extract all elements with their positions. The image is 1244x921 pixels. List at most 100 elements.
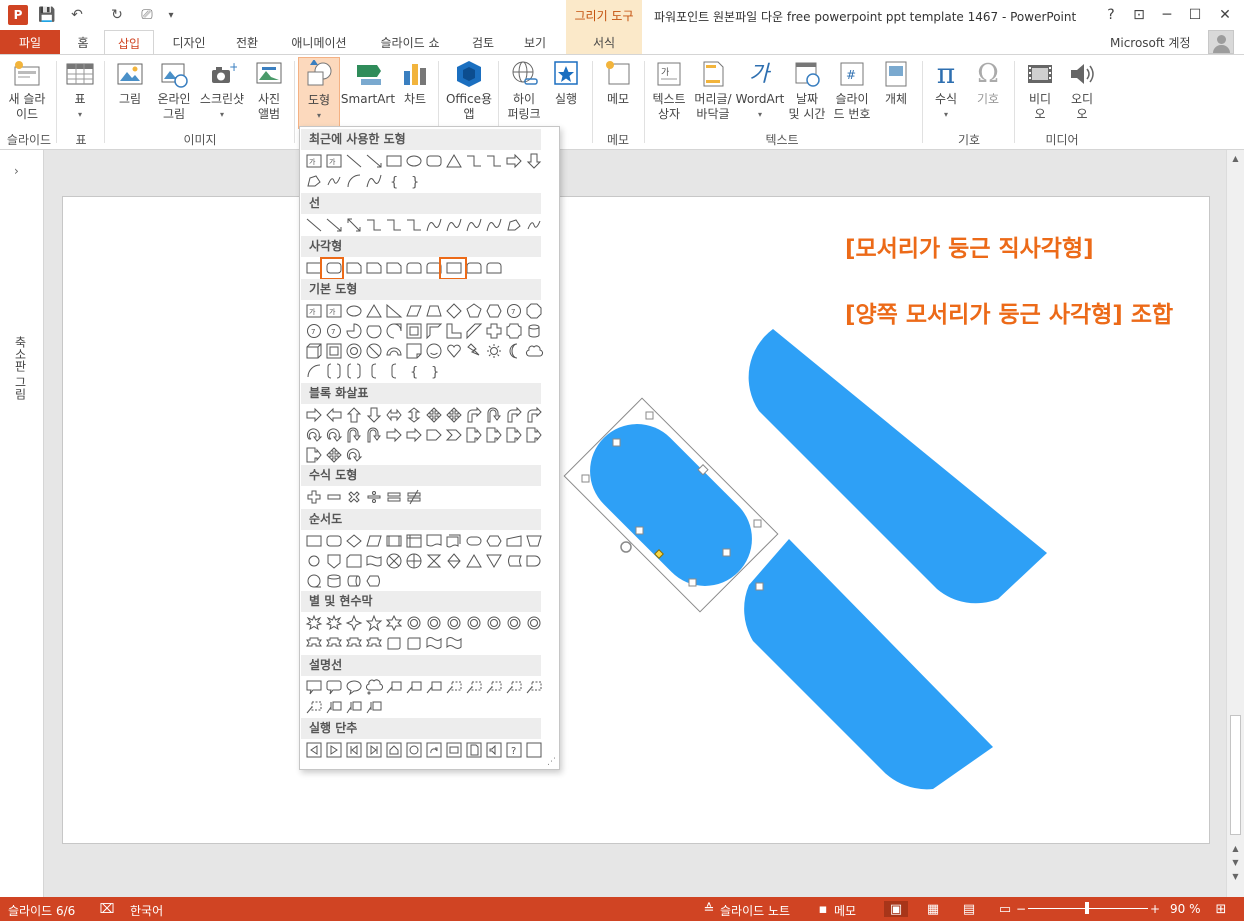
shape-brace2-icon[interactable]: } (424, 361, 444, 381)
language-indicator[interactable]: 한국어 (130, 902, 163, 919)
shape-brace-icon[interactable]: { (384, 171, 404, 191)
shape-arrowline-icon[interactable] (364, 151, 384, 171)
symbol-button[interactable]: Ω 기호 (968, 59, 1008, 107)
shape-scroll-icon[interactable] (384, 633, 404, 653)
shape-borderline-icon[interactable] (324, 697, 344, 717)
shape-freeform-icon[interactable] (504, 215, 524, 235)
shape-aud-icon[interactable] (404, 405, 424, 425)
shape-chevron-icon[interactable] (444, 425, 464, 445)
shape-star6-icon[interactable] (384, 613, 404, 633)
shape-aright-icon[interactable] (304, 405, 324, 425)
shape-donut-icon[interactable] (344, 341, 364, 361)
shape-burst-icon[interactable] (304, 613, 324, 633)
shape-wave-icon[interactable] (424, 633, 444, 653)
shape-line-icon[interactable] (344, 151, 364, 171)
shape-manual-icon[interactable] (504, 531, 524, 551)
shape-bent-icon[interactable] (464, 405, 484, 425)
shape-bracket-icon[interactable] (384, 361, 404, 381)
shape-arc-icon[interactable] (344, 171, 364, 191)
shape-circular-icon[interactable] (324, 425, 344, 445)
zoom-level[interactable]: 90 % (1170, 902, 1201, 916)
shape-aright-icon[interactable] (404, 425, 424, 445)
shape-textbox-icon[interactable]: 가 (304, 301, 324, 321)
shape-elbow-icon[interactable] (404, 215, 424, 235)
shape-scribble-icon[interactable] (524, 215, 544, 235)
minimize-button[interactable]: ─ (1154, 4, 1180, 26)
slide-canvas[interactable]: [모서리가 둥근 직사각형] [양쪽 모서리가 둥근 사각형] 조합 (62, 196, 1210, 844)
slide-counter[interactable]: 슬라이드 6/6 (8, 902, 75, 919)
shape-cube-icon[interactable] (304, 341, 324, 361)
shape-eq-icon[interactable] (384, 487, 404, 507)
shape-hex-icon[interactable] (484, 301, 504, 321)
shape-altproc-icon[interactable] (324, 531, 344, 551)
photo-album-button[interactable]: 사진 앨범 (250, 59, 288, 122)
shape-display-icon[interactable] (364, 571, 384, 591)
shape-plus-icon[interactable] (304, 487, 324, 507)
save-icon[interactable]: 💾 (38, 6, 56, 24)
rotate-handle-icon[interactable] (620, 541, 632, 553)
shape-uturn-icon[interactable] (364, 425, 384, 445)
shape-can-icon[interactable] (524, 321, 544, 341)
shape-curve-icon[interactable] (424, 215, 444, 235)
slideshow-start-icon[interactable]: ⎚ (138, 6, 156, 24)
shape-elbow-icon[interactable] (364, 215, 384, 235)
shape-alr-icon[interactable] (384, 405, 404, 425)
shape-heart-icon[interactable] (444, 341, 464, 361)
shape-manualop-icon[interactable] (524, 531, 544, 551)
shape-burst-icon[interactable] (324, 613, 344, 633)
shape-callarrow-icon[interactable] (524, 425, 544, 445)
shape-rect-icon[interactable] (384, 151, 404, 171)
shape-quad-icon[interactable] (444, 405, 464, 425)
tab-file[interactable]: 파일 (0, 30, 60, 54)
account-link[interactable]: Microsoft 계정 (1110, 34, 1191, 51)
shape-circnum-icon[interactable]: 7 (304, 321, 324, 341)
shape-rrcall-icon[interactable] (324, 677, 344, 697)
shape-scroll-icon[interactable] (404, 633, 424, 653)
office-apps-button[interactable]: Office용 앱 (444, 59, 494, 122)
shape-rectcall-icon[interactable] (304, 677, 324, 697)
shape-linecall-icon[interactable] (384, 677, 404, 697)
shape-predefined-icon[interactable] (384, 531, 404, 551)
shape-dbl-icon[interactable] (344, 215, 364, 235)
shape-stored-icon[interactable] (504, 551, 524, 571)
shape-oct-icon[interactable] (524, 301, 544, 321)
shape-curve-icon[interactable] (464, 215, 484, 235)
shape-ab_return-icon[interactable] (424, 740, 444, 760)
shape-diamond-icon[interactable] (444, 301, 464, 321)
shape-aup-icon[interactable] (344, 405, 364, 425)
shape-ab_doc-icon[interactable] (464, 740, 484, 760)
shape-diagstripe-icon[interactable] (464, 321, 484, 341)
slide-number-button[interactable]: # 슬라이 드 번호 (830, 59, 874, 122)
help-button[interactable]: ? (1098, 4, 1124, 26)
shape-starN-icon[interactable] (424, 613, 444, 633)
shape-mult-icon[interactable] (344, 487, 364, 507)
shape-aright-icon[interactable] (504, 151, 524, 171)
scroll-up-icon[interactable]: ▲ (1230, 152, 1241, 164)
shape-ab_begin-icon[interactable] (344, 740, 364, 760)
reading-view-icon[interactable]: ▤ (960, 901, 978, 917)
shape-circnum-icon[interactable]: 7 (504, 301, 524, 321)
shape-linecall-icon[interactable] (424, 677, 444, 697)
avatar[interactable] (1208, 30, 1234, 54)
slide-sorter-icon[interactable]: ▦ (924, 901, 942, 917)
shape-para-icon[interactable] (404, 301, 424, 321)
shape-star5-icon[interactable] (364, 613, 384, 633)
shape-ab_blank-icon[interactable] (524, 740, 544, 760)
spellcheck-icon[interactable]: ⌧ (98, 901, 116, 917)
shape-scribble-icon[interactable] (324, 171, 344, 191)
screenshot-button[interactable]: + 스크린샷 ▾ (198, 59, 246, 122)
tab-animations[interactable]: 애니메이션 (278, 30, 360, 54)
shape-ellipse-icon[interactable] (404, 151, 424, 171)
shape-bracket-icon[interactable] (364, 361, 384, 381)
shape-plaque-icon[interactable] (504, 321, 524, 341)
shape-snip-icon[interactable] (364, 258, 384, 278)
shape-brackets-icon[interactable] (344, 361, 364, 381)
shape-tri-icon[interactable] (364, 301, 384, 321)
shape-star4-icon[interactable] (344, 613, 364, 633)
shape-offpage-icon[interactable] (324, 551, 344, 571)
shape-ab_right-icon[interactable] (324, 740, 344, 760)
shape-ribbon-icon[interactable] (304, 633, 324, 653)
shape-dashcall-icon[interactable] (444, 677, 464, 697)
shape-terminator-icon[interactable] (464, 531, 484, 551)
shape-tri-icon[interactable] (444, 151, 464, 171)
